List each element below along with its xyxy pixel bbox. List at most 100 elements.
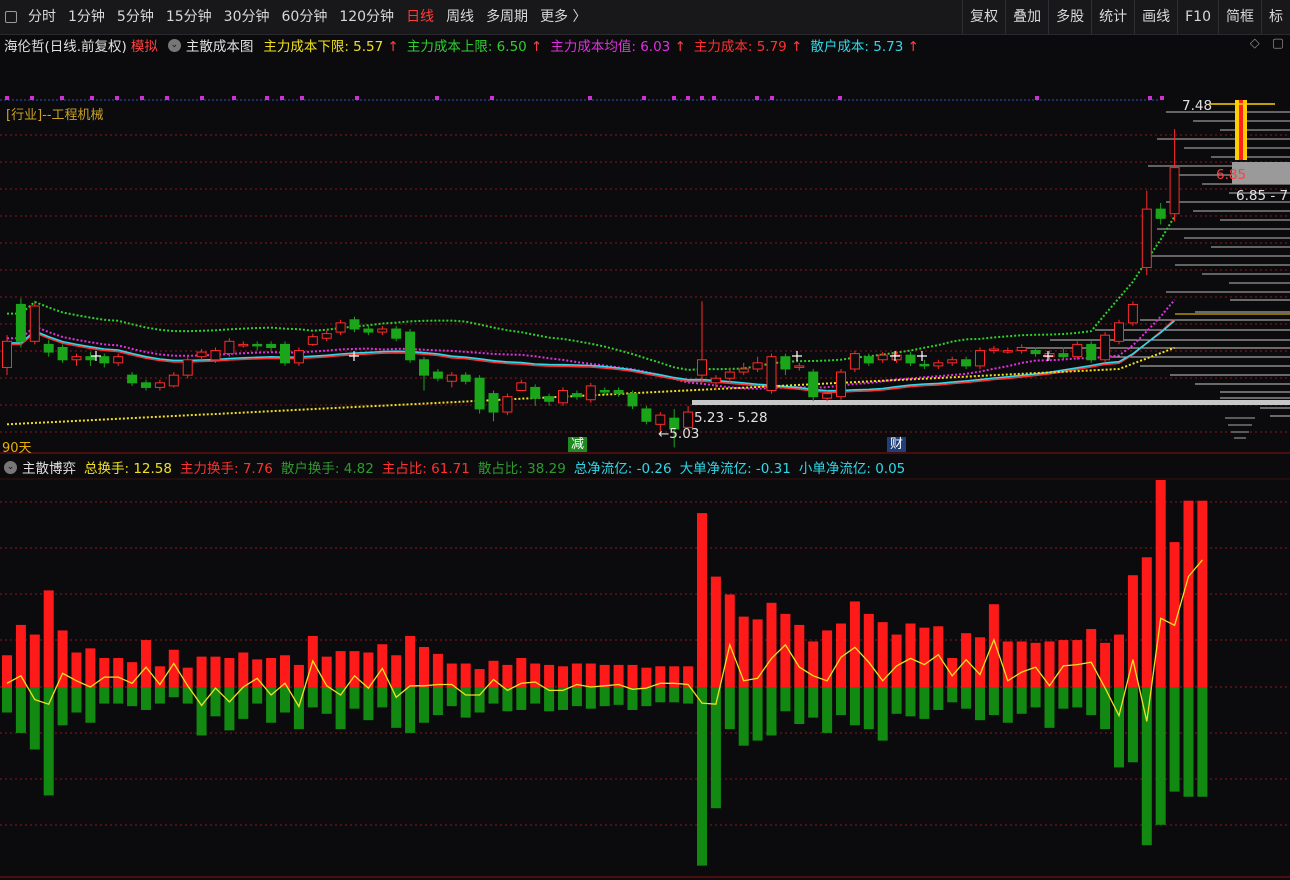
candle-body <box>766 356 777 392</box>
candle-body <box>1002 350 1013 353</box>
candle-body <box>210 350 221 361</box>
main-turnover-bar <box>266 658 277 687</box>
candle-body <box>460 374 471 382</box>
candle-body <box>849 353 860 370</box>
retail-turnover-bar <box>599 687 610 707</box>
sub-indicator-value-6: 大单净流亿: -0.31 <box>679 461 791 477</box>
retail-turnover-bar <box>419 687 429 723</box>
retail-turnover-bar <box>1016 687 1027 714</box>
last-price-label: 6.85 <box>1216 167 1247 183</box>
main-turnover-bar <box>182 667 193 687</box>
event-marker <box>90 96 94 100</box>
event-marker <box>642 96 646 100</box>
event-marker <box>355 96 359 100</box>
retail-cost-line <box>7 320 1176 392</box>
candle-body <box>1016 346 1027 352</box>
price-range-label: 6.85 - 7 <box>1236 188 1289 204</box>
retail-turnover-bar <box>224 687 235 731</box>
event-marker <box>1035 96 1039 100</box>
candle-body <box>419 359 429 376</box>
sub-indicator-value-4: 散占比: 38.29 <box>477 461 566 477</box>
candle-body <box>599 390 610 393</box>
event-marker <box>232 96 236 100</box>
main-turnover-bar <box>822 630 833 687</box>
retail-turnover-bar <box>808 687 819 718</box>
retail-turnover-bar <box>1030 687 1041 708</box>
candle-body <box>71 356 82 361</box>
main-turnover-bar <box>1197 500 1208 687</box>
event-badge-1[interactable]: 财 <box>887 437 907 452</box>
candle-body <box>738 368 749 373</box>
sub-indicator-name[interactable]: 主散博弈 <box>22 457 76 477</box>
retail-turnover-bar <box>1183 687 1194 797</box>
main-turnover-bar <box>321 656 332 687</box>
chevron-down-icon[interactable]: ⌄ <box>4 460 17 474</box>
event-marker <box>686 96 690 100</box>
retail-turnover-bar <box>891 687 902 714</box>
candle-body <box>405 331 416 361</box>
retail-turnover-bar <box>947 687 958 703</box>
retail-turnover-bar <box>85 687 96 723</box>
candle-body <box>363 328 374 333</box>
retail-turnover-bar <box>585 687 596 709</box>
main-turnover-bar <box>238 652 249 687</box>
main-turnover-bar <box>794 624 805 687</box>
main-turnover-bar <box>141 640 151 687</box>
event-marker <box>115 96 119 100</box>
main-turnover-bar <box>558 666 568 687</box>
candle-body <box>85 356 96 361</box>
event-marker <box>200 96 204 100</box>
retail-turnover-bar <box>669 687 680 703</box>
candle-body <box>516 382 527 392</box>
candle-body <box>1169 167 1180 215</box>
event-marker <box>60 96 64 100</box>
retail-turnover-bar <box>1058 687 1069 709</box>
candle-body <box>2 340 12 368</box>
candle-body <box>1086 343 1097 361</box>
main-turnover-bar <box>752 619 763 687</box>
candle-body <box>168 374 179 387</box>
main-turnover-bar <box>1155 480 1166 687</box>
retail-turnover-bar <box>113 687 124 704</box>
retail-turnover-bar <box>182 687 193 704</box>
candle-body <box>530 386 541 399</box>
event-marker <box>755 96 759 100</box>
retail-turnover-bar <box>1169 687 1180 792</box>
main-turnover-bar <box>446 663 457 687</box>
candle-body <box>1127 303 1138 324</box>
event-marker <box>672 96 676 100</box>
event-marker <box>30 96 34 100</box>
candle-body <box>933 362 944 367</box>
candle-body <box>196 351 207 358</box>
event-marker <box>1160 96 1164 100</box>
main-turnover-bar <box>766 602 777 687</box>
event-badge-0[interactable]: 减 <box>568 437 588 452</box>
main-turnover-bar <box>891 634 902 687</box>
candle-body <box>474 377 485 410</box>
retail-turnover-bar <box>99 687 110 704</box>
main-turnover-bar <box>1141 557 1152 687</box>
retail-turnover-bar <box>738 687 749 746</box>
candle-body <box>613 390 624 395</box>
main-turnover-bar <box>738 616 749 687</box>
main-turnover-bar <box>863 613 874 687</box>
retail-turnover-bar <box>710 687 721 809</box>
main-cost-upper-line <box>7 215 1176 371</box>
retail-turnover-bar <box>933 687 944 710</box>
main-turnover-bar <box>1030 642 1041 687</box>
retail-turnover-bar <box>1141 687 1152 846</box>
kline-chart[interactable] <box>0 0 1290 880</box>
candle-body <box>1072 343 1083 358</box>
candle-body <box>627 393 638 407</box>
main-turnover-bar <box>641 667 652 687</box>
candle-body <box>182 359 193 376</box>
retail-turnover-bar <box>15 687 26 733</box>
main-turnover-bar <box>210 656 221 687</box>
main-turnover-bar <box>1058 640 1069 687</box>
candle-body <box>29 305 40 342</box>
retail-turnover-bar <box>446 687 457 707</box>
retail-turnover-bar <box>988 687 999 716</box>
sub-indicator-value-7: 小单净流亿: 0.05 <box>798 461 906 477</box>
candle-body <box>836 371 846 398</box>
retail-turnover-bar <box>391 687 402 728</box>
